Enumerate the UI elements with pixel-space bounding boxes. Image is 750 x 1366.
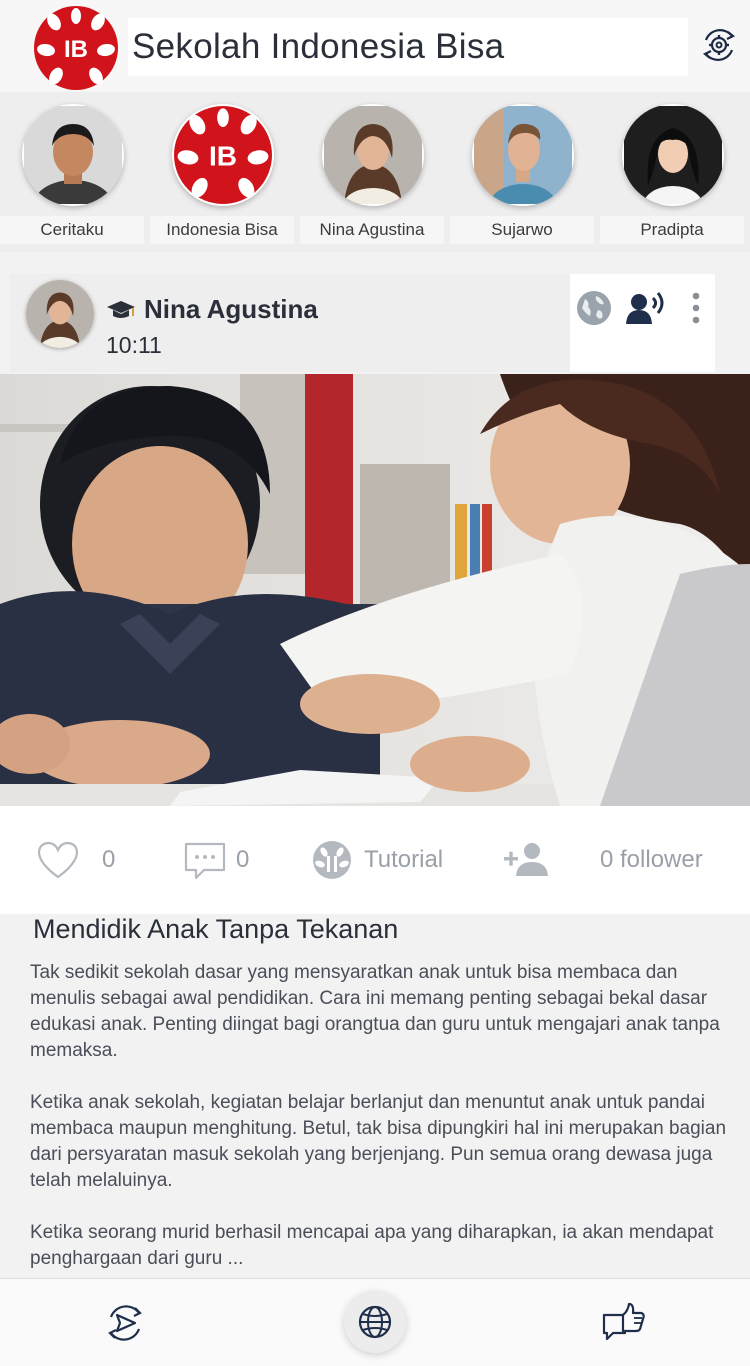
- like-button[interactable]: 0: [36, 836, 115, 884]
- story-label: Ceritaku: [0, 216, 144, 244]
- category-label: Tutorial: [364, 846, 444, 873]
- like-chat-icon: [602, 1302, 645, 1341]
- share-send-button[interactable]: [101, 1299, 149, 1347]
- story-sujarwo[interactable]: Sujarwo: [450, 104, 594, 246]
- gear-sync-icon: [702, 29, 736, 61]
- explore-globe-button[interactable]: [344, 1291, 406, 1353]
- follower-count: 0 follower: [600, 846, 703, 873]
- author-avatar[interactable]: [26, 280, 94, 348]
- graduation-cap-icon: [106, 299, 136, 321]
- post-actions: [570, 274, 715, 372]
- speaker-icon[interactable]: [624, 288, 668, 328]
- comment-count: 0: [236, 846, 250, 873]
- avatar: [322, 104, 424, 206]
- story-label: Sujarwo: [450, 216, 594, 244]
- follow-button[interactable]: 0 follower: [502, 836, 703, 884]
- post-stats-bar: 0 0 Tutorial 0 follower: [0, 806, 750, 914]
- author-name: Nina Agustina: [144, 294, 318, 324]
- story-label: Nina Agustina: [300, 216, 444, 244]
- more-vertical-icon[interactable]: [686, 288, 706, 328]
- stories-row: Ceritaku IB Indonesia Bisa Nina Agustina…: [0, 92, 750, 252]
- post-header: Nina Agustina 10:11: [10, 274, 570, 372]
- comment-icon: [184, 842, 226, 880]
- settings-button[interactable]: [696, 22, 742, 68]
- like-chat-button[interactable]: [600, 1299, 648, 1347]
- story-nina-agustina[interactable]: Nina Agustina: [300, 104, 444, 246]
- app-title-box: Sekolah Indonesia Bisa: [128, 18, 688, 76]
- avatar: [622, 104, 724, 206]
- category-tag[interactable]: Tutorial: [312, 836, 443, 884]
- story-pradipta[interactable]: Pradipta: [600, 104, 744, 246]
- app-logo[interactable]: IB: [34, 6, 118, 90]
- avatar: [22, 104, 124, 206]
- globe-icon: [358, 1305, 392, 1339]
- app-title: Sekolah Indonesia Bisa: [132, 27, 505, 66]
- ib-logo: IB: [172, 104, 274, 206]
- comment-button[interactable]: 0: [182, 836, 249, 884]
- like-count: 0: [102, 846, 116, 873]
- bottom-nav: [0, 1278, 750, 1366]
- post-time: 10:11: [106, 332, 162, 358]
- globe-icon[interactable]: [574, 288, 614, 328]
- author-name-row[interactable]: Nina Agustina: [106, 294, 318, 325]
- svg-text:IB: IB: [64, 36, 88, 63]
- app-header: IB Sekolah Indonesia Bisa: [0, 0, 750, 92]
- story-label: Indonesia Bisa: [150, 216, 294, 244]
- header-spacer: [715, 274, 750, 314]
- avatar: [472, 104, 574, 206]
- story-indonesia-bisa[interactable]: IB Indonesia Bisa: [150, 104, 294, 246]
- article-body[interactable]: Tak sedikit sekolah dasar yang mensyarat…: [30, 960, 742, 1298]
- heart-icon: [37, 841, 79, 879]
- story-ceritaku[interactable]: Ceritaku: [0, 104, 144, 246]
- svg-text:IB: IB: [209, 141, 237, 172]
- story-label: Pradipta: [600, 216, 744, 244]
- ib-hands-icon: [313, 841, 351, 879]
- article-paragraph: Ketika seorang murid berhasil mencapai a…: [30, 1222, 714, 1269]
- post-image[interactable]: [0, 374, 750, 806]
- article-paragraph: Tak sedikit sekolah dasar yang mensyarat…: [30, 962, 720, 1061]
- add-user-icon: [504, 843, 548, 876]
- article-title: Mendidik Anak Tanpa Tekanan: [33, 914, 399, 944]
- article: Mendidik Anak Tanpa Tekanan Tak sedikit …: [0, 914, 750, 1278]
- article-paragraph: Ketika anak sekolah, kegiatan belajar be…: [30, 1092, 727, 1191]
- share-send-icon: [108, 1305, 142, 1341]
